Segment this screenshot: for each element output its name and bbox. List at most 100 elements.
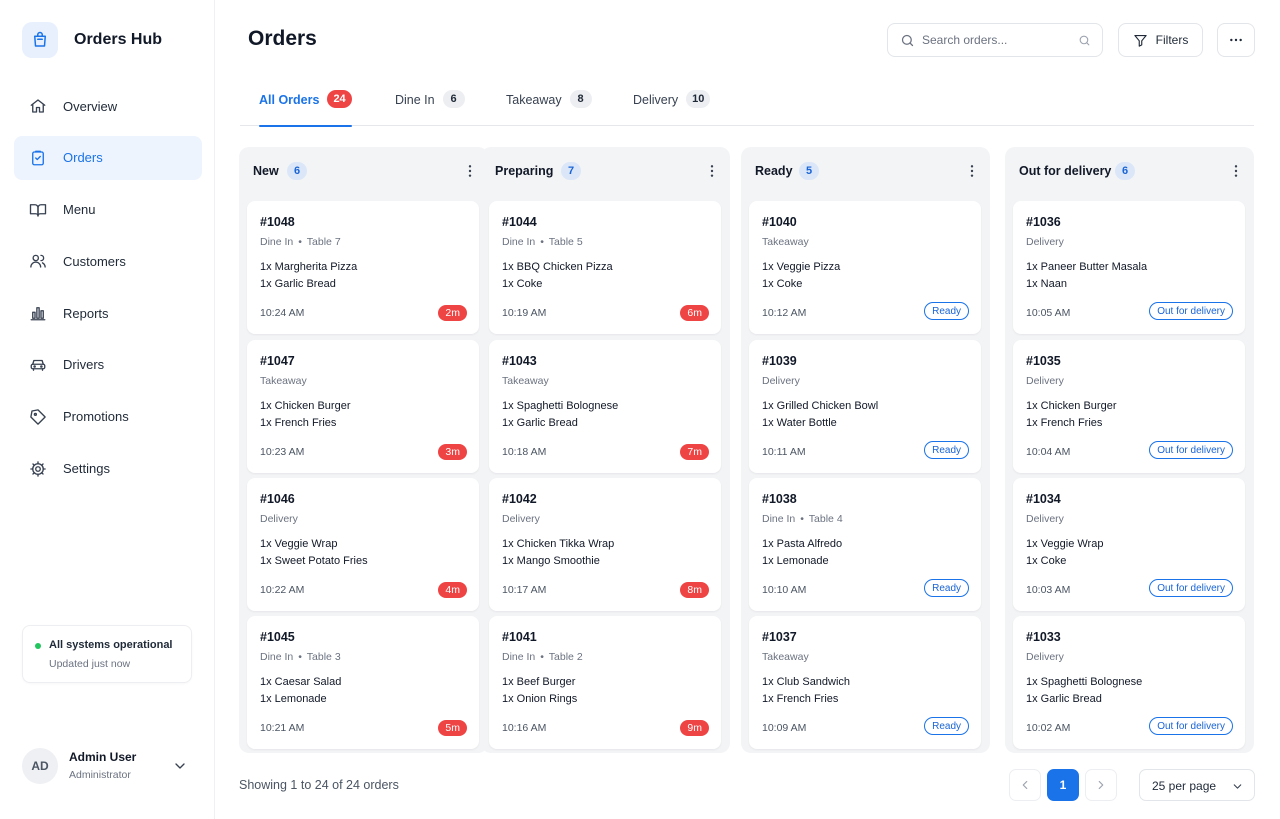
column-out-for-delivery: Out for delivery 6 #1036 Delivery 1x Paneer …	[1005, 147, 1254, 753]
sidebar: Orders Hub Overview Orders Menu Customer…	[0, 0, 215, 819]
order-time: 10:21 AM	[260, 722, 305, 734]
search-submit-icon[interactable]	[1078, 34, 1091, 47]
avatar: AD	[22, 748, 58, 784]
search-box[interactable]	[887, 23, 1103, 57]
order-card[interactable]: #1039 Delivery 1x Grilled Chicken Bowl 1x W…	[749, 340, 981, 473]
order-item: 1x Veggie Pizza	[762, 261, 841, 273]
tag-icon	[28, 407, 48, 427]
order-time: 10:12 AM	[762, 307, 807, 319]
order-type-tabs: All Orders 24 Dine In 6 Takeaway 8 Deliv…	[240, 84, 1254, 127]
order-time: 10:16 AM	[502, 722, 547, 734]
order-item: 1x Coke	[502, 278, 543, 290]
order-item: 1x Chicken Burger	[1026, 400, 1117, 412]
column-header: Out for delivery 6	[1005, 147, 1254, 197]
sidebar-item-label: Orders	[63, 150, 103, 166]
next-page-button[interactable]	[1085, 769, 1117, 801]
order-card[interactable]: #1044 Dine In • Table 5 1x BBQ Chicken Piz…	[489, 201, 721, 334]
sidebar-item-promotions[interactable]: Promotions	[14, 395, 202, 439]
status-badge: Out for delivery	[1149, 302, 1233, 320]
order-card[interactable]: #1047 Takeaway 1x Chicken Burger 1x French …	[247, 340, 479, 473]
order-item: 1x Club Sandwich	[762, 676, 851, 688]
order-card[interactable]: #1038 Dine In • Table 4 1x Pasta Alfredo 1x…	[749, 478, 981, 611]
more-vertical-icon[interactable]	[1226, 161, 1246, 181]
more-options-button[interactable]	[1217, 23, 1255, 57]
order-type: Dine In • Table 4	[762, 513, 843, 525]
per-page-select[interactable]: 25 per page	[1139, 769, 1255, 801]
order-item: 1x Spaghetti Bolognese	[502, 400, 619, 412]
separator-dot: •	[537, 651, 547, 663]
order-card[interactable]: #1046 Delivery 1x Veggie Wrap 1x Sweet Pota…	[247, 478, 479, 611]
more-vertical-icon[interactable]	[702, 161, 722, 181]
brand[interactable]: Orders Hub	[22, 22, 162, 58]
search-input[interactable]	[922, 31, 1072, 49]
user-menu[interactable]: AD Admin User Administrator	[22, 748, 192, 786]
order-table: Table 2	[548, 651, 583, 663]
filters-button[interactable]: Filters	[1118, 23, 1203, 57]
order-type-label: Takeaway	[762, 236, 809, 248]
order-card[interactable]: #1043 Takeaway 1x Spaghetti Bolognese 1x Ga…	[489, 340, 721, 473]
tab-count-badge: 6	[442, 90, 465, 108]
order-card[interactable]: #1035 Delivery 1x Chicken Burger 1x French …	[1013, 340, 1245, 473]
order-time: 10:18 AM	[502, 446, 547, 458]
order-card[interactable]: #1042 Delivery 1x Chicken Tikka Wrap 1x Man…	[489, 478, 721, 611]
order-card[interactable]: #1034 Delivery 1x Veggie Wrap 1x Coke 10:03 …	[1013, 478, 1245, 611]
tab-delivery[interactable]: Delivery 10	[633, 90, 711, 126]
column-preparing: Preparing 7 #1044 Dine In • Table 5 1x BBQ C…	[481, 147, 730, 753]
order-type-label: Delivery	[260, 513, 298, 525]
separator-dot: •	[295, 651, 305, 663]
order-card[interactable]: #1033 Delivery 1x Spaghetti Bolognese 1x Ga…	[1013, 616, 1245, 749]
order-card[interactable]: #1041 Dine In • Table 2 1x Beef Burger 1x O…	[489, 616, 721, 749]
order-table: Table 7	[306, 236, 341, 248]
system-status-title: All systems operational	[49, 639, 173, 651]
order-table: Table 5	[548, 236, 583, 248]
status-badge: Ready	[924, 579, 969, 597]
sidebar-item-drivers[interactable]: Drivers	[14, 343, 202, 387]
order-card[interactable]: #1037 Takeaway 1x Club Sandwich 1x French F…	[749, 616, 981, 749]
order-card[interactable]: #1036 Delivery 1x Paneer Butter Masala 1x N…	[1013, 201, 1245, 334]
order-time: 10:11 AM	[762, 446, 806, 458]
filter-icon	[1133, 33, 1148, 48]
tab-count-badge: 24	[327, 90, 352, 108]
order-type: Delivery	[1026, 513, 1064, 525]
order-item: 1x French Fries	[260, 417, 337, 429]
tab-all-orders[interactable]: All Orders 24	[259, 90, 352, 127]
sidebar-item-reports[interactable]: Reports	[14, 291, 202, 335]
sidebar-item-orders[interactable]: Orders	[14, 135, 202, 180]
order-type-label: Dine In	[502, 236, 536, 248]
order-time: 10:10 AM	[762, 584, 807, 596]
page-button-current[interactable]: 1	[1047, 769, 1079, 801]
order-id: #1043	[502, 354, 537, 368]
per-page-value: 25 per page	[1152, 779, 1217, 793]
status-dot	[35, 643, 41, 649]
sidebar-item-label: Customers	[63, 253, 126, 269]
more-vertical-icon[interactable]	[962, 161, 982, 181]
order-type: Delivery	[1026, 651, 1064, 663]
tab-label: Dine In	[395, 93, 435, 107]
order-type: Delivery	[762, 375, 800, 387]
sidebar-item-overview[interactable]: Overview	[14, 84, 202, 128]
order-type-label: Delivery	[762, 375, 800, 387]
sidebar-item-customers[interactable]: Customers	[14, 239, 202, 283]
tab-takeaway[interactable]: Takeaway 8	[506, 90, 592, 126]
more-vertical-icon[interactable]	[460, 161, 480, 181]
order-item: 1x French Fries	[762, 693, 839, 705]
sidebar-item-menu[interactable]: Menu	[14, 188, 202, 232]
order-type: Takeaway	[260, 375, 307, 387]
previous-page-button[interactable]	[1009, 769, 1041, 801]
order-id: #1041	[502, 630, 537, 644]
sidebar-item-label: Menu	[63, 202, 96, 218]
column-count-badge: 5	[799, 162, 819, 180]
sidebar-item-settings[interactable]: Settings	[14, 447, 202, 491]
status-badge: Out for delivery	[1149, 579, 1233, 597]
order-card[interactable]: #1045 Dine In • Table 3 1x Caesar Salad 1x …	[247, 616, 479, 749]
chevron-down-icon[interactable]	[172, 758, 188, 774]
sidebar-item-label: Drivers	[63, 357, 105, 373]
tab-label: Takeaway	[506, 93, 562, 107]
elapsed-time-badge: 8m	[680, 582, 709, 598]
order-card[interactable]: #1048 Dine In • Table 7 1x Margherita Pizz…	[247, 201, 479, 334]
order-type-label: Takeaway	[502, 375, 549, 387]
order-id: #1033	[1026, 630, 1061, 644]
order-card[interactable]: #1040 Takeaway 1x Veggie Pizza 1x Coke 10:12…	[749, 201, 981, 334]
order-item: 1x Coke	[762, 278, 803, 290]
tab-dine-in[interactable]: Dine In 6	[395, 90, 465, 126]
